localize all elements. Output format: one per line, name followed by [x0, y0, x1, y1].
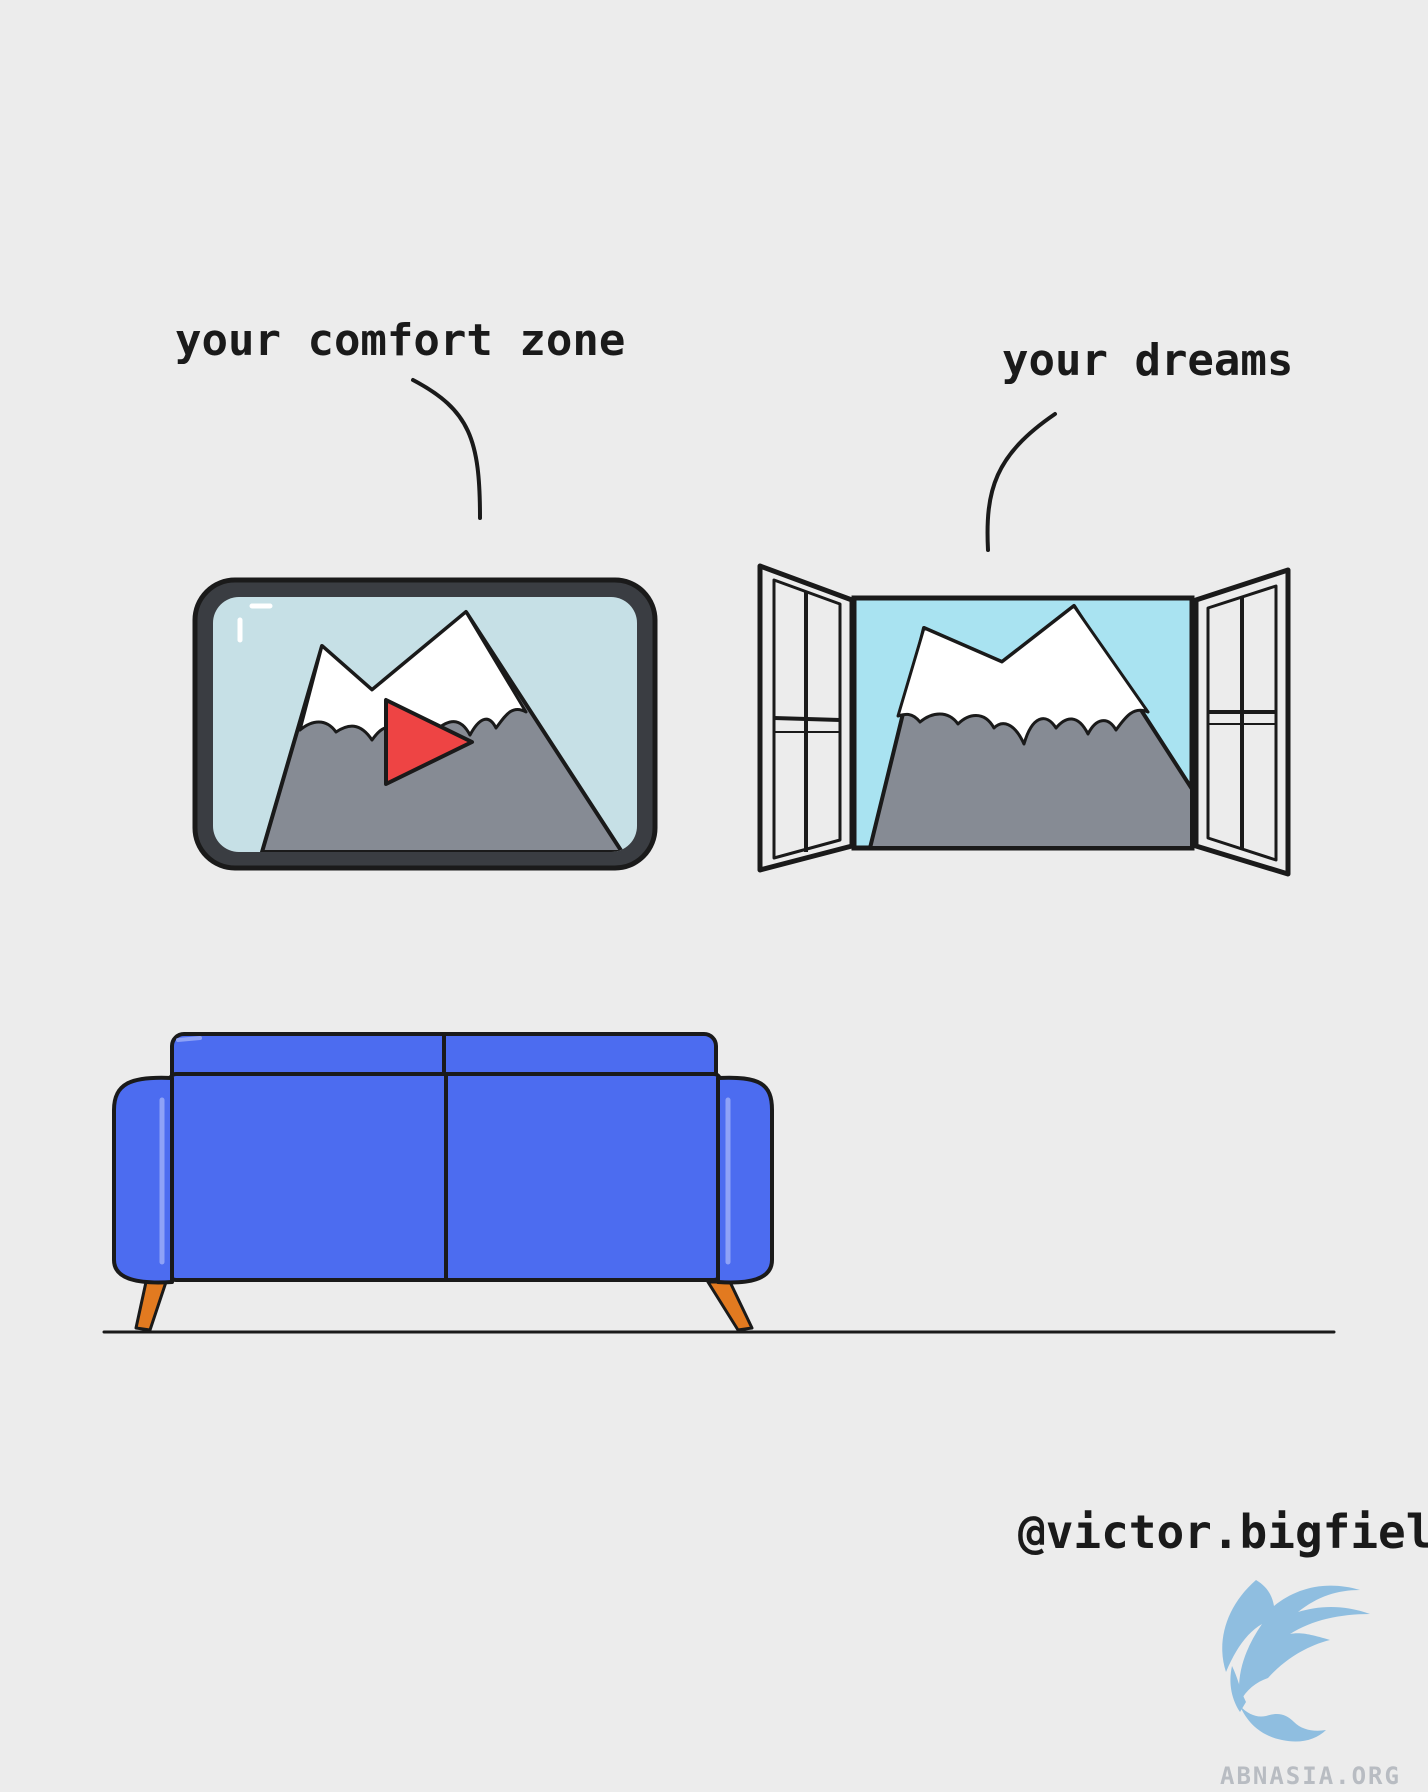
sofa-icon: [112, 1032, 774, 1332]
artist-credit: @victor.bigfield: [1018, 1505, 1428, 1559]
comfort-zone-label: your comfort zone: [175, 315, 625, 366]
griffin-logo-icon: [1222, 1580, 1370, 1742]
comfort-zone-pointer: [411, 378, 482, 520]
comic-scene: your comfort zone your dreams @victor.bi…: [102, 315, 1428, 1790]
sofa-leg-left: [134, 1280, 168, 1332]
dreams-pointer: [985, 412, 1057, 552]
open-window-icon: [757, 563, 1291, 877]
tv-screen-icon: [192, 577, 658, 871]
dreams-label: your dreams: [1002, 335, 1293, 386]
sofa-leg-right: [706, 1280, 754, 1332]
watermark-text: ABNASIA.ORG: [1220, 1762, 1401, 1790]
